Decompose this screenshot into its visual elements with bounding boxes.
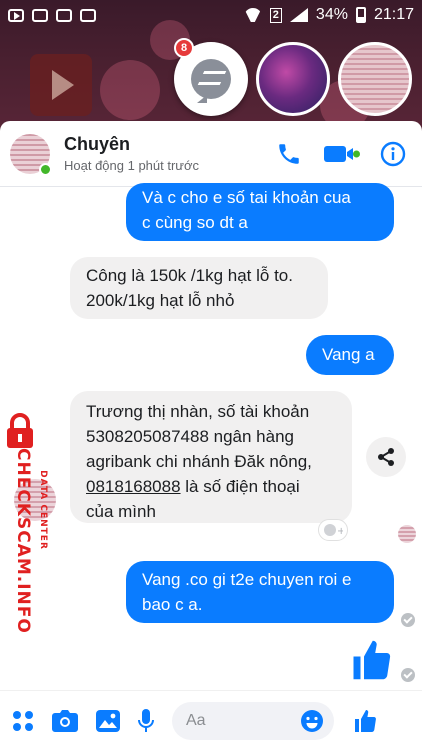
message-line: Và c cho e số tai khoản cua <box>142 188 351 207</box>
status-bar: 2 34% 21:17 <box>0 0 422 30</box>
wifi-icon <box>244 8 262 22</box>
message-line: 5308205087488 ngân hàng <box>86 427 294 446</box>
active-chat-head[interactable] <box>338 42 412 116</box>
delivered-check-icon <box>401 668 415 682</box>
message-composer <box>0 690 422 750</box>
message-line: 200k/1kg hạt lỗ nhỏ <box>86 291 235 310</box>
contact-name: Chuyên <box>64 134 131 154</box>
sim-badge: 2 <box>269 7 282 23</box>
message-line: bao c a. <box>142 595 203 614</box>
message-text: là số điện thoại <box>180 477 300 496</box>
sent-like-icon[interactable] <box>350 637 392 688</box>
message-bubble-outgoing[interactable]: Và c cho e số tai khoản cua c cùng so dt… <box>126 183 394 241</box>
emoji-plus-icon: + <box>324 524 343 537</box>
unread-badge: 8 <box>174 38 194 58</box>
messenger-icon <box>191 59 231 103</box>
message-line: Vang .co gi t2e chuyen roi e <box>142 570 352 589</box>
message-input[interactable] <box>186 711 300 730</box>
message-line: Công là 150k /1kg hạt lỗ to. <box>86 266 293 285</box>
youtube-notification-icon <box>8 8 24 22</box>
conversation-header: Chuyên Hoạt động 1 phút trước <box>0 121 422 187</box>
message-line: agribank chi nhánh Đăk nông, <box>86 452 312 471</box>
contact-chat-head[interactable] <box>256 42 330 116</box>
watermark: CHECKSCAM.INFO DATA CENTER <box>0 413 48 634</box>
avatar[interactable] <box>10 133 52 176</box>
message-line: c cùng so dt a <box>142 213 248 232</box>
active-status: Hoạt động 1 phút trước <box>64 158 200 173</box>
info-icon[interactable] <box>380 141 406 167</box>
tv-notification-icon <box>80 8 96 22</box>
contact-info[interactable]: Chuyên Hoạt động 1 phút trước <box>64 134 199 173</box>
video-call-icon[interactable] <box>322 141 360 167</box>
message-bubble-incoming[interactable]: Công là 150k /1kg hạt lỗ to. 200k/1kg hạ… <box>70 257 328 319</box>
camera-icon[interactable] <box>52 709 78 732</box>
online-indicator <box>39 162 52 176</box>
share-icon <box>378 448 394 466</box>
message-list: Và c cho e số tai khoản cua c cùng so dt… <box>0 183 422 688</box>
messenger-bolt <box>197 71 227 85</box>
like-icon[interactable] <box>352 708 378 734</box>
notification-icons <box>8 8 96 22</box>
message-bubble-outgoing[interactable]: Vang .co gi t2e chuyen roi e bao c a. <box>126 561 394 623</box>
emoji-icon[interactable] <box>300 709 324 733</box>
message-line: Vang a <box>322 345 375 364</box>
clock: 21:17 <box>373 6 414 23</box>
message-line: Trương thị nhàn, số tài khoản <box>86 402 310 421</box>
message-bubble-outgoing[interactable]: Vang a <box>306 335 394 375</box>
delivered-check-icon <box>401 613 415 627</box>
watermark-sub: DATA CENTER <box>38 470 48 550</box>
youtube-app-icon <box>30 54 92 116</box>
header-actions <box>276 141 406 167</box>
more-apps-icon[interactable] <box>12 710 34 732</box>
phone-number-link[interactable]: 0818168088 <box>86 477 181 496</box>
phone-icon[interactable] <box>276 141 302 167</box>
app-notification-icon <box>32 8 48 22</box>
battery-icon <box>355 7 366 23</box>
microphone-icon[interactable] <box>138 708 154 733</box>
gallery-icon[interactable] <box>96 709 120 732</box>
message-input-field[interactable] <box>172 701 334 740</box>
share-button[interactable] <box>366 437 406 477</box>
lock-icon <box>7 413 33 448</box>
battery-percent: 34% <box>315 6 348 23</box>
watermark-brand: CHECKSCAM.INFO <box>13 448 33 634</box>
add-reaction-button[interactable]: + <box>318 519 348 541</box>
svg-text:+: + <box>337 526 343 537</box>
image-notification-icon <box>56 8 72 22</box>
signal-icon <box>289 8 308 22</box>
seen-avatar <box>398 525 416 543</box>
message-line: 0818168088 là số điện thoại <box>86 474 336 499</box>
message-line: của mình <box>86 502 156 521</box>
backdrop-bokeh <box>100 60 160 120</box>
system-indicators: 2 34% 21:17 <box>244 6 414 24</box>
message-bubble-incoming[interactable]: Trương thị nhàn, số tài khoản 5308205087… <box>70 391 352 523</box>
